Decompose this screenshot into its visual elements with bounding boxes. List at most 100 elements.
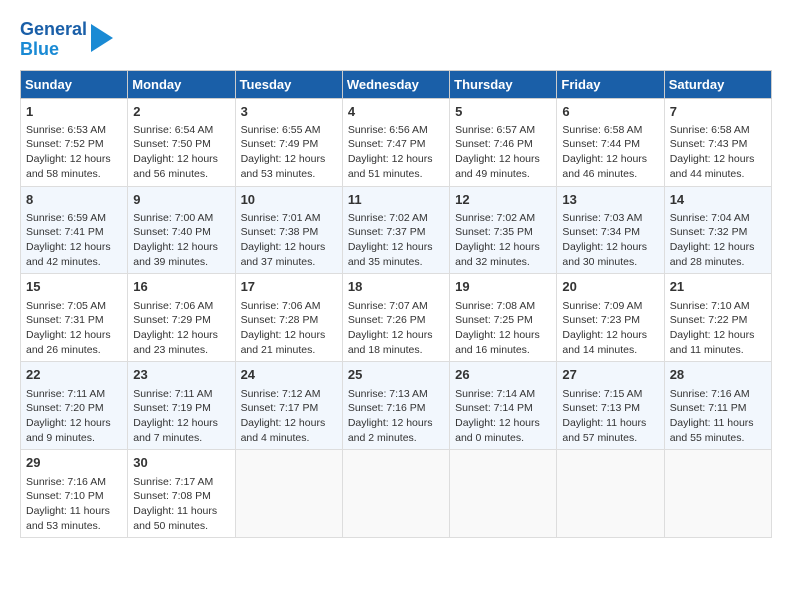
- day-number: 8: [26, 191, 122, 209]
- day-info: Sunset: 7:29 PM: [133, 313, 229, 328]
- day-number: 25: [348, 366, 444, 384]
- day-info: Sunset: 7:14 PM: [455, 401, 551, 416]
- calendar-cell: 12Sunrise: 7:02 AMSunset: 7:35 PMDayligh…: [450, 186, 557, 274]
- day-number: 26: [455, 366, 551, 384]
- day-info: Sunset: 7:50 PM: [133, 137, 229, 152]
- calendar-cell: 26Sunrise: 7:14 AMSunset: 7:14 PMDayligh…: [450, 362, 557, 450]
- day-number: 23: [133, 366, 229, 384]
- calendar-week-row: 8Sunrise: 6:59 AMSunset: 7:41 PMDaylight…: [21, 186, 772, 274]
- day-info: Daylight: 12 hours and 28 minutes.: [670, 240, 766, 269]
- day-info: Daylight: 12 hours and 51 minutes.: [348, 152, 444, 181]
- day-info: Sunset: 7:22 PM: [670, 313, 766, 328]
- day-info: Daylight: 12 hours and 39 minutes.: [133, 240, 229, 269]
- day-info: Daylight: 12 hours and 9 minutes.: [26, 416, 122, 445]
- day-info: Daylight: 12 hours and 7 minutes.: [133, 416, 229, 445]
- day-info: Sunrise: 7:08 AM: [455, 299, 551, 314]
- calendar-cell: [342, 450, 449, 538]
- day-info: Sunset: 7:08 PM: [133, 489, 229, 504]
- day-info: Sunrise: 6:58 AM: [670, 123, 766, 138]
- day-number: 20: [562, 278, 658, 296]
- day-info: Sunset: 7:19 PM: [133, 401, 229, 416]
- day-info: Daylight: 12 hours and 35 minutes.: [348, 240, 444, 269]
- calendar-cell: 8Sunrise: 6:59 AMSunset: 7:41 PMDaylight…: [21, 186, 128, 274]
- day-info: Sunrise: 7:15 AM: [562, 387, 658, 402]
- day-info: Sunrise: 7:06 AM: [241, 299, 337, 314]
- day-number: 2: [133, 103, 229, 121]
- calendar-cell: [664, 450, 771, 538]
- day-info: Sunset: 7:16 PM: [348, 401, 444, 416]
- day-info: Daylight: 12 hours and 14 minutes.: [562, 328, 658, 357]
- calendar-cell: 27Sunrise: 7:15 AMSunset: 7:13 PMDayligh…: [557, 362, 664, 450]
- day-info: Sunrise: 6:57 AM: [455, 123, 551, 138]
- day-info: Daylight: 12 hours and 49 minutes.: [455, 152, 551, 181]
- day-info: Daylight: 12 hours and 26 minutes.: [26, 328, 122, 357]
- day-info: Daylight: 11 hours and 55 minutes.: [670, 416, 766, 445]
- day-info: Sunrise: 6:53 AM: [26, 123, 122, 138]
- day-info: Sunset: 7:52 PM: [26, 137, 122, 152]
- day-info: Sunset: 7:23 PM: [562, 313, 658, 328]
- calendar-cell: 21Sunrise: 7:10 AMSunset: 7:22 PMDayligh…: [664, 274, 771, 362]
- column-header-monday: Monday: [128, 70, 235, 98]
- day-info: Daylight: 12 hours and 56 minutes.: [133, 152, 229, 181]
- day-info: Sunrise: 7:14 AM: [455, 387, 551, 402]
- calendar-cell: 18Sunrise: 7:07 AMSunset: 7:26 PMDayligh…: [342, 274, 449, 362]
- calendar-cell: 15Sunrise: 7:05 AMSunset: 7:31 PMDayligh…: [21, 274, 128, 362]
- day-info: Sunrise: 6:54 AM: [133, 123, 229, 138]
- day-info: Sunrise: 7:13 AM: [348, 387, 444, 402]
- calendar-cell: 22Sunrise: 7:11 AMSunset: 7:20 PMDayligh…: [21, 362, 128, 450]
- calendar-cell: 4Sunrise: 6:56 AMSunset: 7:47 PMDaylight…: [342, 98, 449, 186]
- day-info: Sunrise: 7:03 AM: [562, 211, 658, 226]
- day-number: 28: [670, 366, 766, 384]
- day-info: Sunset: 7:43 PM: [670, 137, 766, 152]
- day-info: Daylight: 12 hours and 2 minutes.: [348, 416, 444, 445]
- day-info: Daylight: 11 hours and 57 minutes.: [562, 416, 658, 445]
- calendar-cell: 28Sunrise: 7:16 AMSunset: 7:11 PMDayligh…: [664, 362, 771, 450]
- day-info: Sunset: 7:35 PM: [455, 225, 551, 240]
- day-info: Sunrise: 6:59 AM: [26, 211, 122, 226]
- calendar-cell: 29Sunrise: 7:16 AMSunset: 7:10 PMDayligh…: [21, 450, 128, 538]
- day-info: Sunset: 7:47 PM: [348, 137, 444, 152]
- day-info: Sunrise: 7:12 AM: [241, 387, 337, 402]
- day-info: Sunrise: 7:02 AM: [348, 211, 444, 226]
- day-info: Sunrise: 6:58 AM: [562, 123, 658, 138]
- day-info: Sunrise: 7:04 AM: [670, 211, 766, 226]
- day-number: 17: [241, 278, 337, 296]
- day-info: Sunset: 7:26 PM: [348, 313, 444, 328]
- calendar-cell: 2 Sunrise: 6:54 AMSunset: 7:50 PMDaylight…: [128, 98, 235, 186]
- day-info: Sunset: 7:32 PM: [670, 225, 766, 240]
- day-info: Sunset: 7:17 PM: [241, 401, 337, 416]
- calendar-week-row: 29Sunrise: 7:16 AMSunset: 7:10 PMDayligh…: [21, 450, 772, 538]
- day-number: 29: [26, 454, 122, 472]
- day-info: Daylight: 12 hours and 44 minutes.: [670, 152, 766, 181]
- day-info: Sunrise: 7:07 AM: [348, 299, 444, 314]
- day-number: 3: [241, 103, 337, 121]
- day-info: Sunset: 7:46 PM: [455, 137, 551, 152]
- day-info: Sunrise: 7:10 AM: [670, 299, 766, 314]
- day-info: Sunset: 7:25 PM: [455, 313, 551, 328]
- calendar-cell: 19Sunrise: 7:08 AMSunset: 7:25 PMDayligh…: [450, 274, 557, 362]
- calendar-cell: 30Sunrise: 7:17 AMSunset: 7:08 PMDayligh…: [128, 450, 235, 538]
- day-info: Daylight: 12 hours and 42 minutes.: [26, 240, 122, 269]
- day-number: 7: [670, 103, 766, 121]
- day-info: Sunset: 7:40 PM: [133, 225, 229, 240]
- day-number: 11: [348, 191, 444, 209]
- calendar-week-row: 1 Sunrise: 6:53 AMSunset: 7:52 PM Daylight…: [21, 98, 772, 186]
- day-info: Daylight: 11 hours and 50 minutes.: [133, 504, 229, 533]
- day-info: Daylight: 12 hours and 32 minutes.: [455, 240, 551, 269]
- day-info: Sunrise: 7:06 AM: [133, 299, 229, 314]
- day-info: Daylight: 12 hours and 46 minutes.: [562, 152, 658, 181]
- day-info: Daylight: 12 hours and 21 minutes.: [241, 328, 337, 357]
- day-number: 12: [455, 191, 551, 209]
- day-info: Sunrise: 7:11 AM: [26, 387, 122, 402]
- day-info: Sunrise: 6:56 AM: [348, 123, 444, 138]
- day-number: 30: [133, 454, 229, 472]
- day-number: 1: [26, 103, 122, 121]
- day-number: 27: [562, 366, 658, 384]
- day-info: Sunset: 7:38 PM: [241, 225, 337, 240]
- day-number: 22: [26, 366, 122, 384]
- day-number: 13: [562, 191, 658, 209]
- day-info: Daylight: 12 hours and 11 minutes.: [670, 328, 766, 357]
- day-number: 15: [26, 278, 122, 296]
- day-info: Sunrise: 7:09 AM: [562, 299, 658, 314]
- calendar-cell: 11Sunrise: 7:02 AMSunset: 7:37 PMDayligh…: [342, 186, 449, 274]
